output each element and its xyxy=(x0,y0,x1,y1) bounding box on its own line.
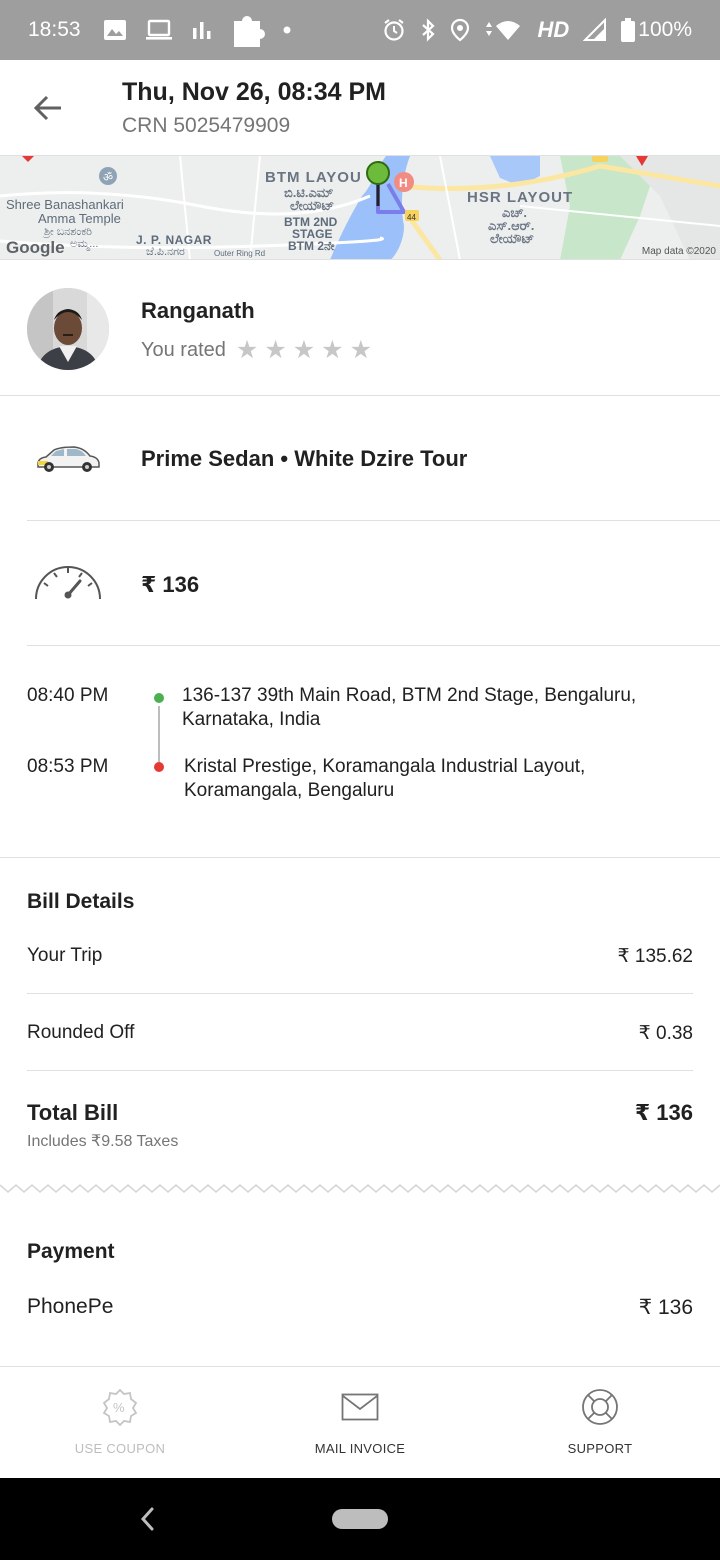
driver-section: Ranganath You rated ★ ★ ★ ★ ★ xyxy=(0,260,720,396)
map-label-amma-kn: ಅಮ್ಮ... xyxy=(70,238,99,250)
route-section: 08:40 PM 136-137 39th Main Road, BTM 2nd… xyxy=(0,646,720,858)
map-label-btm-layout: BTM LAYOU xyxy=(265,169,362,186)
bill-title: Bill Details xyxy=(27,890,135,913)
support-button[interactable]: SUPPORT xyxy=(480,1367,720,1479)
alarm-icon xyxy=(383,19,404,41)
google-logo: Google xyxy=(6,238,65,257)
svg-text:H: H xyxy=(399,176,408,190)
wifi-icon: 4 xyxy=(485,21,520,42)
star-icon[interactable]: ★ xyxy=(293,338,315,363)
svg-text:%: % xyxy=(113,1400,125,1415)
total-bill-label: Total Bill xyxy=(27,1100,119,1125)
drop-address: Kristal Prestige, Koramangala Industrial… xyxy=(184,756,586,801)
bluetooth-icon xyxy=(421,18,435,42)
map-highway-shield: 44 xyxy=(407,213,416,222)
vehicle-row: Prime Sedan • White Dzire Tour xyxy=(0,396,720,521)
taxes-note: Includes ₹9.58 Taxes xyxy=(27,1133,179,1150)
image-icon xyxy=(103,20,126,40)
mail-invoice-button[interactable]: MAIL INVOICE xyxy=(240,1367,480,1479)
puzzle-icon xyxy=(233,16,265,47)
your-trip-value: ₹ 135.62 xyxy=(617,946,693,967)
laptop-icon xyxy=(145,19,172,40)
pickup-address: 136-137 39th Main Road, BTM 2nd Stage, B… xyxy=(182,685,637,730)
nav-back-icon[interactable] xyxy=(132,1502,162,1536)
fare-amount: ₹ 136 xyxy=(141,572,200,597)
star-icon[interactable]: ★ xyxy=(236,338,258,363)
signal-icon xyxy=(583,18,607,41)
network-type: HD xyxy=(537,17,570,42)
status-system-icons: 4 HD 100% xyxy=(382,17,692,43)
map-label-jp-nagar-kn: ಜೆ.ಪಿ.ನಗರ xyxy=(146,246,185,258)
drop-time: 08:53 PM xyxy=(27,756,109,777)
fare-row: ₹ 136 xyxy=(0,521,720,646)
rounded-off-row: Rounded Off ₹ 0.38 xyxy=(27,1022,693,1045)
car-icon xyxy=(37,446,100,472)
rounded-off-value: ₹ 0.38 xyxy=(638,1023,693,1044)
vehicle-description: Prime Sedan • White Dzire Tour xyxy=(141,446,468,471)
divider xyxy=(27,993,693,994)
star-icon[interactable]: ★ xyxy=(321,338,343,363)
total-bill-value: ₹ 136 xyxy=(634,1100,693,1125)
your-trip-label: Your Trip xyxy=(27,945,103,966)
star-icon[interactable]: ★ xyxy=(264,338,286,363)
rating-row: You rated ★ ★ ★ ★ ★ xyxy=(141,338,378,363)
map-label-amma: Amma Temple xyxy=(38,211,121,226)
mail-invoice-label: MAIL INVOICE xyxy=(314,1441,406,1456)
drop-dot xyxy=(154,762,164,772)
map-label-hsr-kn3: ಲೇಯೌಟ್ xyxy=(490,231,535,246)
rated-label: You rated xyxy=(141,338,226,361)
map-attribution: Map data ©2020 xyxy=(641,246,716,257)
route-map[interactable]: ॐ H BTM LAYOU ಬಿ.ಟಿ.ಎಮ್ ಲೇಯೌಟ್ BTM 2ND S… xyxy=(0,156,720,260)
trip-date-title: Thu, Nov 26, 08:34 PM xyxy=(122,78,386,106)
payment-amount: ₹ 136 xyxy=(638,1296,693,1319)
pickup-dot xyxy=(154,693,164,703)
back-button[interactable] xyxy=(24,86,72,130)
svg-text:ॐ: ॐ xyxy=(103,171,113,184)
arrow-left-icon xyxy=(33,95,61,121)
driver-photo xyxy=(27,288,109,370)
use-coupon-button[interactable]: % USE COUPON xyxy=(0,1367,240,1479)
map-label-outer-ring: Outer Ring Rd xyxy=(214,249,266,258)
location-icon xyxy=(450,18,469,42)
payment-title: Payment xyxy=(27,1240,115,1263)
rounded-off-label: Rounded Off xyxy=(27,1022,135,1043)
map-label-btm-kn2: ಲೇಯೌಟ್ xyxy=(290,198,335,213)
mail-icon xyxy=(341,1393,379,1421)
status-bar: 18:53 4 HD 100% xyxy=(0,0,720,60)
pickup-time: 08:40 PM xyxy=(27,685,109,706)
map-label-shree: Shree Banashankari xyxy=(6,197,124,212)
route-connector xyxy=(158,706,160,762)
action-bar: % USE COUPON MAIL INVOICE SUPPORT xyxy=(0,1366,720,1478)
battery-percent: 100% xyxy=(638,18,692,41)
bill-details: Bill Details Your Trip ₹ 135.62 Rounded … xyxy=(0,858,720,1188)
nav-home-pill[interactable] xyxy=(332,1508,388,1530)
coupon-icon: % xyxy=(102,1388,138,1426)
battery-icon xyxy=(621,18,636,42)
svg-text:4: 4 xyxy=(512,32,517,42)
speedometer-icon xyxy=(35,566,101,600)
status-time: 18:53 xyxy=(28,18,81,41)
support-label: SUPPORT xyxy=(567,1441,633,1456)
driver-name: Ranganath xyxy=(141,298,255,323)
crn-number: CRN 5025479909 xyxy=(122,114,291,137)
map-label-btm-2ne: BTM 2ನೇ xyxy=(288,239,335,253)
map-label-hsr-layout: HSR LAYOUT xyxy=(467,189,574,206)
star-icon[interactable]: ★ xyxy=(350,338,372,363)
trip-header: Thu, Nov 26, 08:34 PM CRN 5025479909 xyxy=(0,60,720,156)
dot-icon xyxy=(283,26,291,34)
driver-avatar xyxy=(27,288,109,370)
status-notifications xyxy=(103,12,291,48)
payment-method: PhonePe xyxy=(27,1295,114,1318)
divider xyxy=(27,1070,693,1071)
bar-chart-icon xyxy=(192,22,211,39)
receipt-zigzag-edge xyxy=(0,1184,720,1193)
support-lifebuoy-icon xyxy=(582,1389,618,1425)
use-coupon-label: USE COUPON xyxy=(74,1441,166,1456)
your-trip-row: Your Trip ₹ 135.62 xyxy=(27,945,693,968)
